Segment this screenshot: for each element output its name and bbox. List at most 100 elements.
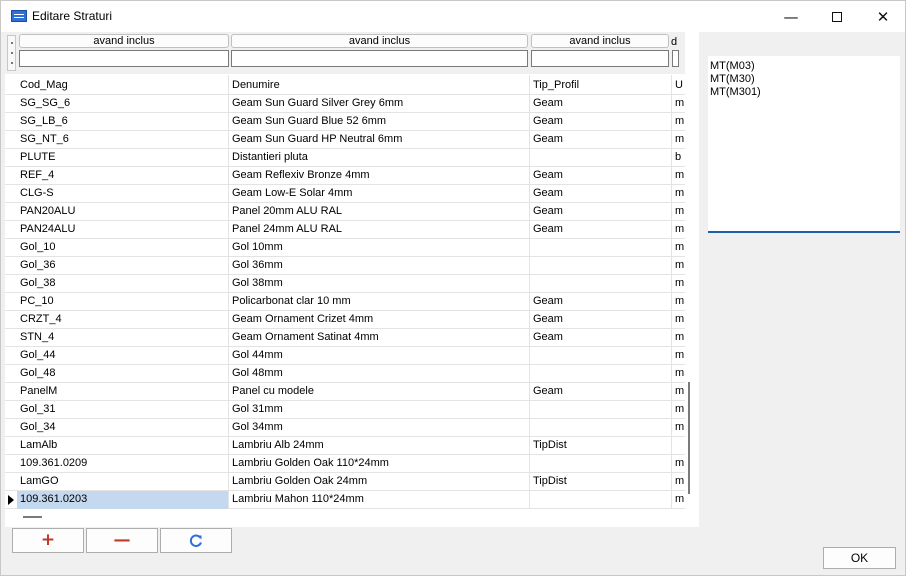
cell-tip-profil[interactable] [529,491,671,509]
table-row[interactable]: SG_LB_6 Geam Sun Guard Blue 52 6mm Geam m [5,113,685,131]
cell-denumire[interactable]: Geam Sun Guard HP Neutral 6mm [228,131,529,149]
cell-tip-profil[interactable] [529,257,671,275]
cell-cod-mag[interactable]: Gol_38 [17,275,229,293]
cell-tip-profil[interactable] [529,347,671,365]
filter-tip-profil-mode[interactable]: avand inclus [531,34,669,48]
table-row[interactable]: Gol_48 Gol 48mm m [5,365,685,383]
cell-denumire[interactable]: Geam Reflexiv Bronze 4mm [228,167,529,185]
cell-tip-profil[interactable]: Geam [529,329,671,347]
cell-tip-profil[interactable] [529,239,671,257]
filter-cod-mag-input[interactable] [19,50,229,67]
vertical-scrollbar[interactable] [688,382,690,494]
cell-tip-profil[interactable]: Geam [529,167,671,185]
cell-denumire[interactable]: Distantieri pluta [228,149,529,167]
table-row[interactable]: PC_10 Policarbonat clar 10 mm Geam m [5,293,685,311]
cell-tip-profil[interactable]: Geam [529,185,671,203]
cell-denumire[interactable]: Gol 31mm [228,401,529,419]
cell-cod-mag[interactable]: LamAlb [17,437,229,455]
add-button[interactable]: + [12,528,84,553]
cell-cod-mag[interactable]: Gol_10 [17,239,229,257]
column-header-u[interactable]: U [671,75,685,95]
cell-tip-profil[interactable]: Geam [529,221,671,239]
table-row[interactable]: PanelM Panel cu modele Geam m [5,383,685,401]
filter-d-label[interactable]: d [671,36,677,48]
cell-cod-mag[interactable]: 109.361.0209 [17,455,229,473]
column-header-denumire[interactable]: Denumire [228,75,529,95]
table-row[interactable]: Gol_31 Gol 31mm m [5,401,685,419]
table-row[interactable]: PAN24ALU Panel 24mm ALU RAL Geam m [5,221,685,239]
cell-u[interactable]: m [671,311,685,329]
table-row[interactable]: Gol_34 Gol 34mm m [5,419,685,437]
filter-denumire-input[interactable] [231,50,528,67]
cell-u[interactable]: m [671,185,685,203]
cell-u[interactable]: m [671,95,685,113]
cell-u[interactable]: m [671,401,685,419]
refresh-button[interactable] [160,528,232,553]
table-row[interactable]: 109.361.0203 Lambriu Mahon 110*24mm m [5,491,685,509]
cell-denumire[interactable]: Gol 34mm [228,419,529,437]
cell-u[interactable]: m [671,347,685,365]
cell-denumire[interactable]: Gol 44mm [228,347,529,365]
cell-tip-profil[interactable] [529,455,671,473]
cell-u[interactable]: m [671,275,685,293]
cell-cod-mag[interactable]: CLG-S [17,185,229,203]
table-row[interactable]: Gol_44 Gol 44mm m [5,347,685,365]
cell-u[interactable]: m [671,473,685,491]
cell-tip-profil[interactable]: Geam [529,293,671,311]
cell-denumire[interactable]: Lambriu Alb 24mm [228,437,529,455]
cell-denumire[interactable]: Gol 36mm [228,257,529,275]
cell-cod-mag[interactable]: PAN20ALU [17,203,229,221]
cell-cod-mag[interactable]: SG_LB_6 [17,113,229,131]
cell-denumire[interactable]: Gol 38mm [228,275,529,293]
cell-u[interactable]: m [671,167,685,185]
cell-denumire[interactable]: Policarbonat clar 10 mm [228,293,529,311]
cell-u[interactable]: m [671,455,685,473]
cell-u[interactable]: m [671,131,685,149]
cell-tip-profil[interactable]: Geam [529,95,671,113]
close-button[interactable]: ✕ [860,1,906,32]
cell-cod-mag[interactable]: Gol_48 [17,365,229,383]
cell-cod-mag[interactable]: LamGO [17,473,229,491]
cell-cod-mag[interactable]: REF_4 [17,167,229,185]
list-item[interactable]: MT(M30) [710,73,898,86]
cell-tip-profil[interactable]: TipDist [529,437,671,455]
table-row[interactable]: REF_4 Geam Reflexiv Bronze 4mm Geam m [5,167,685,185]
cell-cod-mag[interactable]: SG_SG_6 [17,95,229,113]
list-item[interactable]: MT(M301) [710,86,898,99]
cell-denumire[interactable]: Panel 24mm ALU RAL [228,221,529,239]
ok-button[interactable]: OK [823,547,896,569]
table-row[interactable]: CRZT_4 Geam Ornament Crizet 4mm Geam m [5,311,685,329]
filter-tip-profil-input[interactable] [531,50,669,67]
cell-cod-mag[interactable]: STN_4 [17,329,229,347]
cell-u[interactable]: m [671,329,685,347]
cell-u[interactable]: m [671,203,685,221]
cell-u[interactable]: m [671,293,685,311]
table-row[interactable]: Gol_36 Gol 36mm m [5,257,685,275]
cell-tip-profil[interactable]: TipDist [529,473,671,491]
cell-tip-profil[interactable] [529,149,671,167]
cell-tip-profil[interactable]: Geam [529,203,671,221]
cell-denumire[interactable]: Panel cu modele [228,383,529,401]
cell-tip-profil[interactable]: Geam [529,113,671,131]
cell-cod-mag[interactable]: Gol_34 [17,419,229,437]
table-row[interactable]: SG_SG_6 Geam Sun Guard Silver Grey 6mm Gea… [5,95,685,113]
cell-u[interactable]: m [671,257,685,275]
cell-cod-mag[interactable]: Gol_36 [17,257,229,275]
table-row[interactable]: Gol_10 Gol 10mm m [5,239,685,257]
cell-u[interactable]: b [671,149,685,167]
table-row[interactable]: PAN20ALU Panel 20mm ALU RAL Geam m [5,203,685,221]
cell-tip-profil[interactable] [529,419,671,437]
cell-tip-profil[interactable]: Geam [529,383,671,401]
cell-u[interactable]: m [671,221,685,239]
cell-tip-profil[interactable] [529,365,671,383]
filter-d-input[interactable] [672,50,679,67]
remove-button[interactable]: — [86,528,158,553]
cell-u[interactable]: m [671,113,685,131]
cell-cod-mag[interactable]: SG_NT_6 [17,131,229,149]
filter-cod-mag-mode[interactable]: avand inclus [19,34,229,48]
table-row[interactable]: CLG-S Geam Low-E Solar 4mm Geam m [5,185,685,203]
table-row[interactable]: LamGO Lambriu Golden Oak 24mm TipDist m [5,473,685,491]
cell-denumire[interactable]: Lambriu Golden Oak 24mm [228,473,529,491]
cell-denumire[interactable]: Geam Low-E Solar 4mm [228,185,529,203]
minimize-button[interactable]: — [768,1,814,32]
